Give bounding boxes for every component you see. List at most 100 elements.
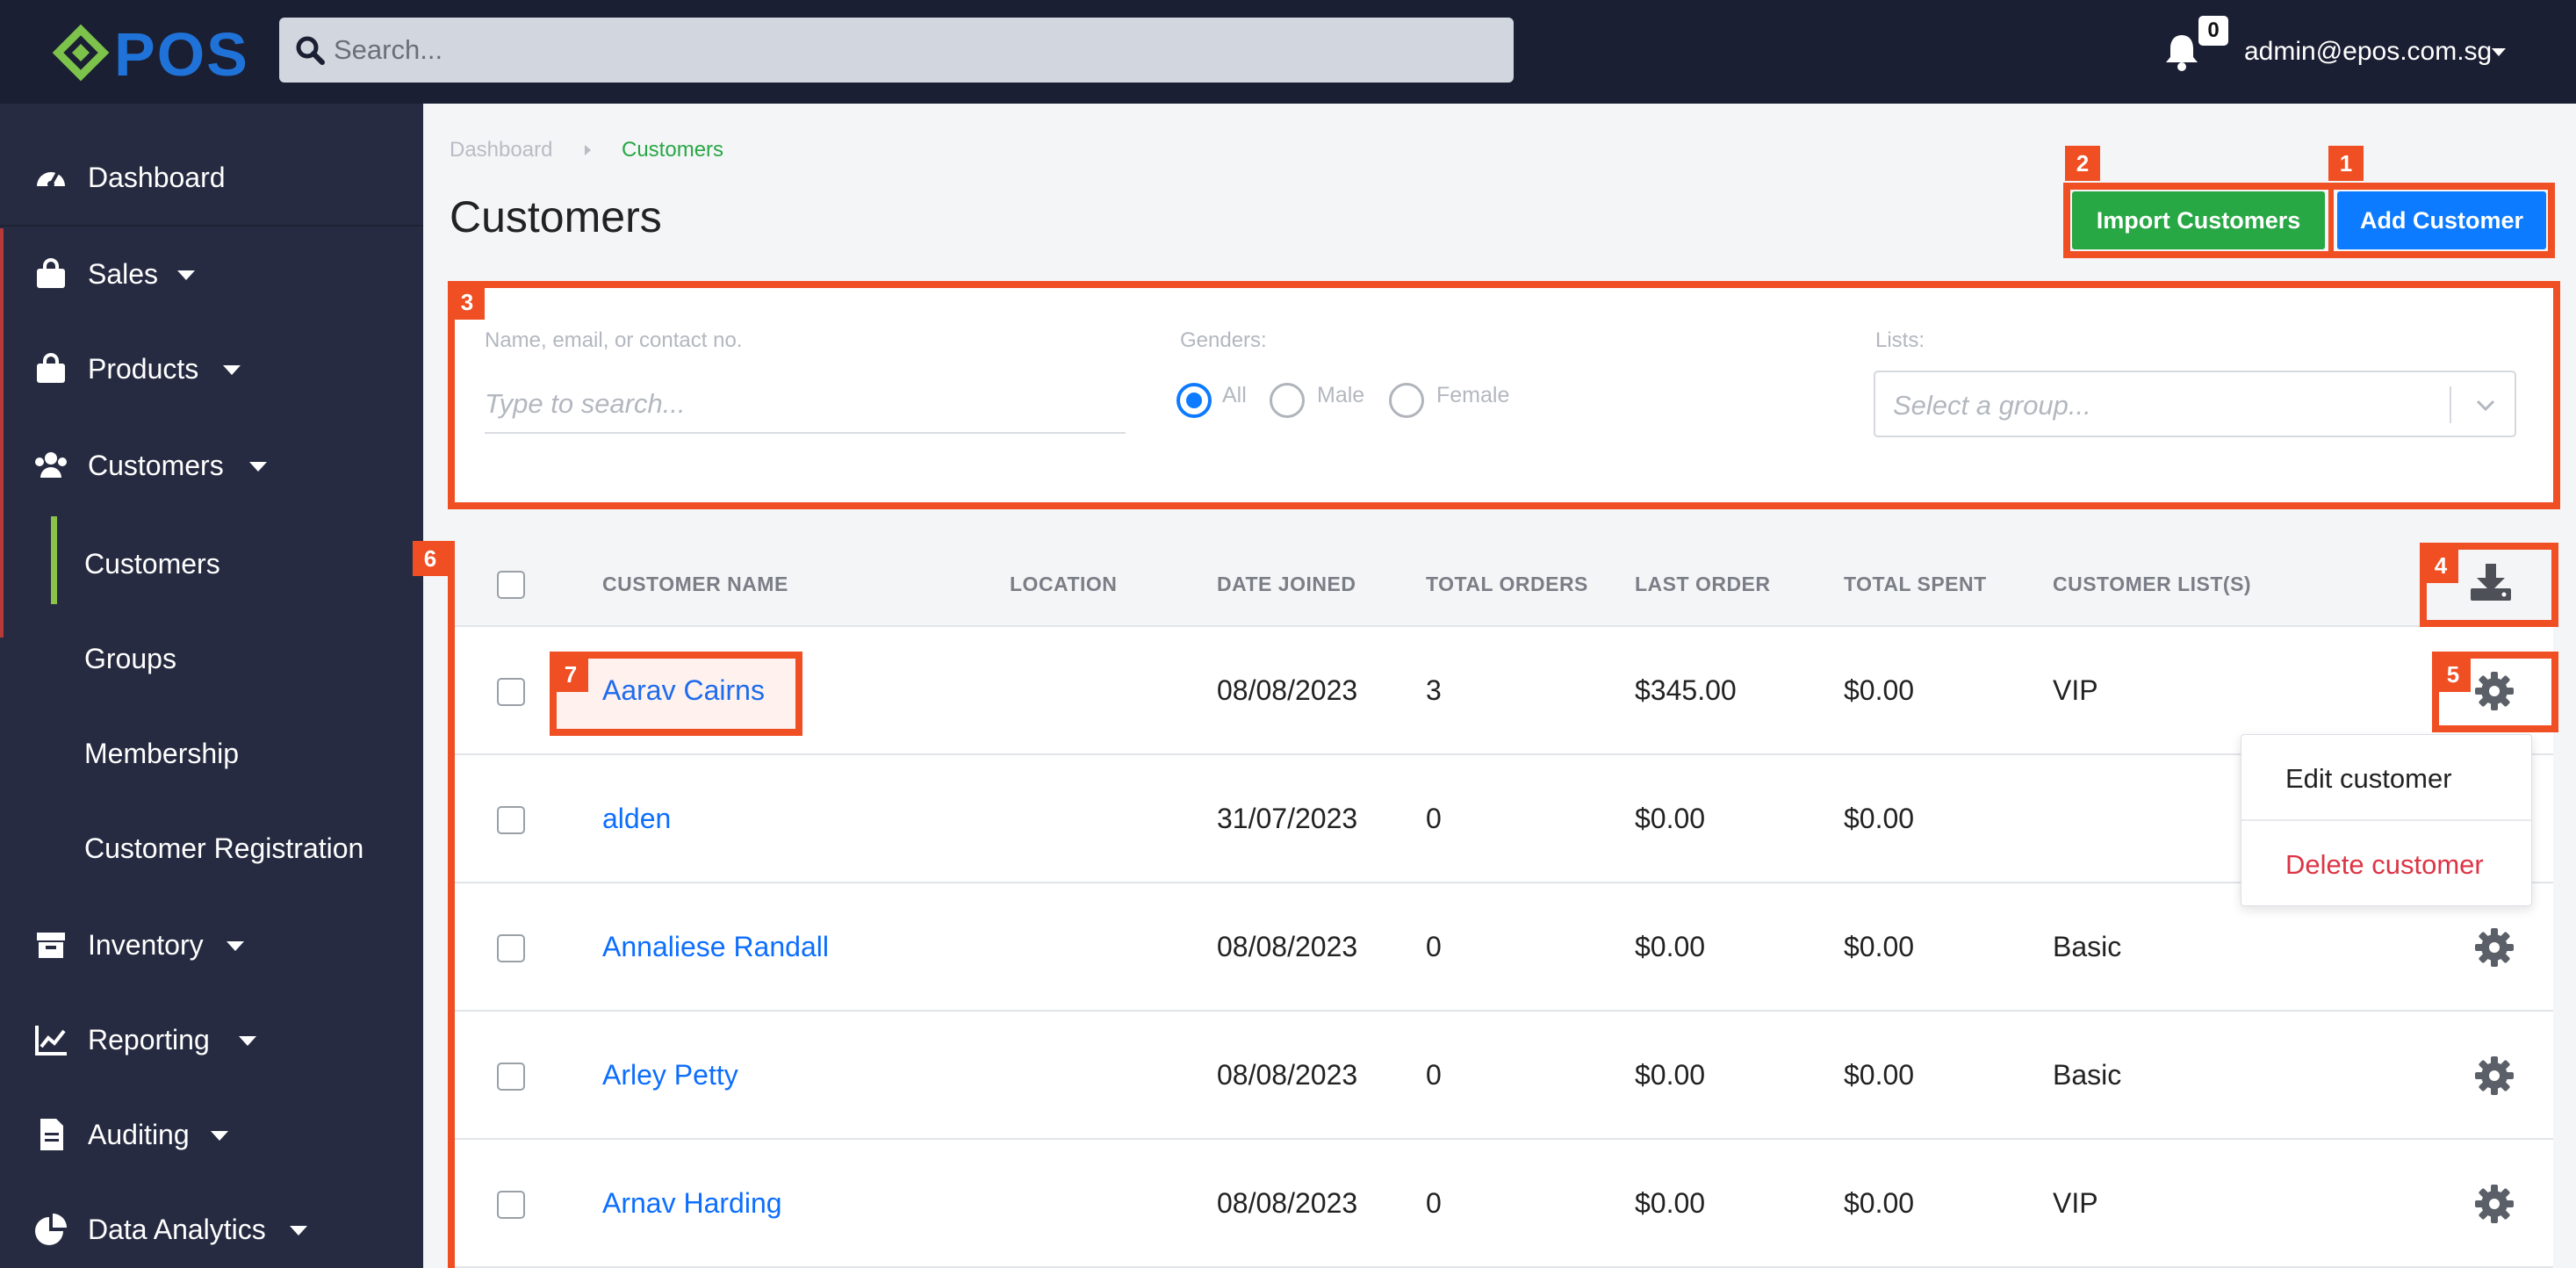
cell-last-order: $0.00 bbox=[1635, 931, 1706, 962]
annotation-label-4: 4 bbox=[2423, 548, 2458, 583]
table-row: Arley Petty 08/08/2023 0 $0.00 $0.00 Bas… bbox=[455, 1012, 2553, 1140]
global-search[interactable] bbox=[279, 18, 1514, 83]
sidebar-item-customers[interactable]: Customers bbox=[0, 418, 423, 513]
table-row: Annaliese Randall 08/08/2023 0 $0.00 $0.… bbox=[455, 883, 2553, 1012]
active-indicator bbox=[51, 516, 57, 604]
customer-name-link[interactable]: Annaliese Randall bbox=[602, 931, 829, 963]
row-checkbox[interactable] bbox=[497, 806, 525, 834]
gender-female-label[interactable]: Female bbox=[1436, 383, 1509, 408]
sidebar-item-reporting[interactable]: Reporting bbox=[0, 992, 423, 1087]
caret-down-icon bbox=[177, 270, 195, 280]
column-header-total-orders[interactable]: TOTAL ORDERS bbox=[1426, 573, 1588, 596]
filter-panel: Name, email, or contact no. Genders: All… bbox=[455, 288, 2553, 502]
sidebar-item-products[interactable]: Products bbox=[0, 321, 423, 416]
sidebar-item-label: Products bbox=[88, 353, 199, 385]
group-select-placeholder: Select a group... bbox=[1893, 390, 2091, 421]
customer-name-link[interactable]: alden bbox=[602, 803, 671, 835]
cell-total-orders: 0 bbox=[1426, 803, 1442, 834]
breadcrumb-separator-icon bbox=[585, 145, 591, 155]
gender-male-label[interactable]: Male bbox=[1317, 383, 1364, 408]
sidebar-subitem-customers[interactable]: Customers bbox=[0, 516, 423, 611]
cell-last-order: $0.00 bbox=[1635, 1059, 1706, 1091]
document-icon bbox=[40, 1119, 63, 1150]
sidebar-item-label: Inventory bbox=[88, 929, 204, 961]
cell-total-spent: $0.00 bbox=[1844, 931, 1915, 962]
global-search-input[interactable] bbox=[334, 18, 1493, 83]
breadcrumb-dashboard[interactable]: Dashboard bbox=[450, 138, 552, 162]
sidebar-item-data-analytics[interactable]: Data Analytics bbox=[0, 1182, 423, 1268]
archive-box-icon bbox=[37, 933, 65, 958]
row-checkbox[interactable] bbox=[497, 934, 525, 962]
user-menu[interactable]: admin@epos.com.sg bbox=[2244, 37, 2492, 67]
cell-last-order: $0.00 bbox=[1635, 1187, 1706, 1219]
column-header-customer-lists[interactable]: CUSTOMER LIST(S) bbox=[2053, 573, 2251, 596]
add-customer-button[interactable]: Add Customer bbox=[2337, 191, 2546, 249]
annotation-divider bbox=[2328, 183, 2334, 258]
column-header-last-order[interactable]: LAST ORDER bbox=[1635, 573, 1771, 596]
edit-customer-menu-item[interactable]: Edit customer bbox=[2285, 763, 2452, 795]
sidebar-item-auditing[interactable]: Auditing bbox=[0, 1087, 423, 1182]
cell-total-spent: $0.00 bbox=[1844, 674, 1915, 706]
cell-total-orders: 0 bbox=[1426, 1187, 1442, 1219]
sidebar-item-sales[interactable]: Sales bbox=[0, 227, 423, 321]
import-customers-button[interactable]: Import Customers bbox=[2072, 191, 2325, 249]
row-checkbox[interactable] bbox=[497, 1191, 525, 1219]
row-checkbox[interactable] bbox=[497, 678, 525, 706]
caret-down-icon[interactable] bbox=[2492, 48, 2506, 56]
gear-icon[interactable] bbox=[2474, 671, 2515, 711]
gender-female-radio[interactable] bbox=[1389, 383, 1424, 418]
sidebar-item-label: Auditing bbox=[88, 1119, 190, 1150]
column-header-total-spent[interactable]: TOTAL SPENT bbox=[1844, 573, 1987, 596]
customer-name-link[interactable]: Arnav Harding bbox=[602, 1187, 782, 1220]
sidebar-subitem-label: Membership bbox=[84, 738, 240, 769]
annotation-label-1: 1 bbox=[2328, 146, 2364, 181]
caret-down-icon bbox=[211, 1131, 228, 1141]
group-select[interactable]: Select a group... bbox=[1874, 371, 2516, 437]
delete-customer-menu-item[interactable]: Delete customer bbox=[2285, 849, 2484, 881]
sidebar-subitem-membership[interactable]: Membership bbox=[0, 706, 423, 801]
table-header: CUSTOMER NAME LOCATION DATE JOINED TOTAL… bbox=[455, 539, 2553, 627]
customer-name-link[interactable]: Arley Petty bbox=[602, 1059, 738, 1091]
cell-customer-lists: VIP bbox=[2053, 1187, 2098, 1219]
sidebar-subitem-label: Groups bbox=[84, 643, 176, 674]
row-checkbox[interactable] bbox=[497, 1063, 525, 1091]
breadcrumb-current: Customers bbox=[622, 138, 724, 162]
sidebar-item-label: Dashboard bbox=[88, 162, 226, 193]
top-bar: POS 0 admin@epos.com.sg bbox=[0, 0, 2576, 104]
cell-customer-lists: Basic bbox=[2053, 931, 2122, 962]
gender-male-radio[interactable] bbox=[1270, 383, 1305, 418]
sidebar-item-label: Customers bbox=[88, 450, 224, 481]
gender-all-label[interactable]: All bbox=[1222, 383, 1247, 408]
gauge-icon bbox=[37, 170, 65, 188]
column-header-date-joined[interactable]: DATE JOINED bbox=[1217, 573, 1356, 596]
epos-logo[interactable]: POS bbox=[51, 18, 257, 88]
download-icon[interactable] bbox=[2469, 562, 2513, 602]
cell-last-order: $345.00 bbox=[1635, 674, 1737, 706]
cell-total-orders: 0 bbox=[1426, 931, 1442, 962]
sidebar-subitem-groups[interactable]: Groups bbox=[0, 611, 423, 706]
column-header-customer-name[interactable]: CUSTOMER NAME bbox=[602, 573, 788, 596]
annotation-label-5: 5 bbox=[2436, 657, 2471, 692]
caret-down-icon bbox=[239, 1036, 256, 1046]
cell-date-joined: 08/08/2023 bbox=[1217, 1187, 1358, 1219]
cell-date-joined: 31/07/2023 bbox=[1217, 803, 1358, 834]
column-header-location[interactable]: LOCATION bbox=[1010, 573, 1117, 596]
sidebar-subitem-customer-registration[interactable]: Customer Registration bbox=[0, 801, 423, 896]
sidebar-item-inventory[interactable]: Inventory bbox=[0, 897, 423, 992]
chevron-down-icon[interactable] bbox=[2472, 392, 2499, 418]
sidebar-item-label: Reporting bbox=[88, 1024, 210, 1055]
gear-icon[interactable] bbox=[2474, 1184, 2515, 1224]
cell-total-spent: $0.00 bbox=[1844, 1187, 1915, 1219]
bell-icon[interactable] bbox=[2162, 32, 2202, 72]
customer-search-input[interactable] bbox=[485, 376, 1126, 434]
sidebar-item-dashboard[interactable]: Dashboard bbox=[0, 130, 423, 225]
gender-all-radio[interactable] bbox=[1176, 383, 1212, 418]
gear-icon[interactable] bbox=[2474, 927, 2515, 968]
table-row: Arnav Harding 08/08/2023 0 $0.00 $0.00 V… bbox=[455, 1140, 2553, 1268]
select-all-checkbox[interactable] bbox=[497, 571, 525, 599]
annotation-label-2: 2 bbox=[2065, 146, 2100, 181]
gear-icon[interactable] bbox=[2474, 1055, 2515, 1096]
lists-label: Lists: bbox=[1875, 328, 1925, 352]
cell-last-order: $0.00 bbox=[1635, 803, 1706, 834]
customer-name-link[interactable]: Aarav Cairns bbox=[602, 674, 765, 707]
